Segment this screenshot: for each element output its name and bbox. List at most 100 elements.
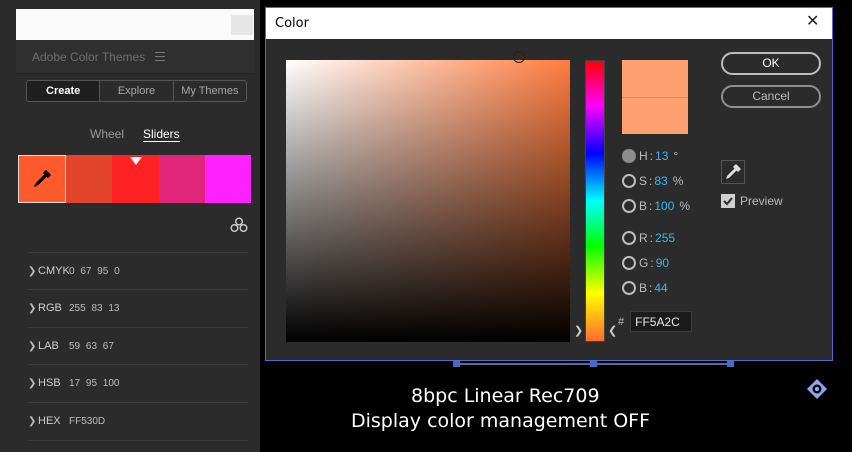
- radio-red[interactable]: [622, 231, 636, 245]
- panel-menu-icon[interactable]: [155, 52, 165, 61]
- channel-colon: :: [649, 174, 653, 188]
- preview-option[interactable]: Preview: [721, 194, 783, 208]
- base-color-marker: [130, 157, 142, 165]
- channel-colon: :: [649, 149, 654, 163]
- channel-row-hue: H: 13 °: [622, 147, 678, 165]
- blue-value[interactable]: 44: [654, 281, 667, 295]
- theme-swatch-1[interactable]: [18, 155, 67, 203]
- dialog-titlebar: Color ✕: [266, 8, 832, 39]
- green-value[interactable]: 90: [656, 256, 669, 270]
- channel-label: R: [639, 231, 648, 245]
- mode-wheel-link[interactable]: Wheel: [90, 127, 124, 141]
- ok-button[interactable]: OK: [721, 52, 821, 75]
- radio-green[interactable]: [622, 256, 636, 270]
- color-mode-row-lab[interactable]: ❯ LAB 59 63 67: [28, 328, 248, 364]
- color-harmony-icon[interactable]: [230, 217, 248, 235]
- radio-saturation[interactable]: [622, 174, 636, 188]
- slider-arrow-left-icon[interactable]: ❮: [608, 324, 617, 337]
- radio-brightness[interactable]: [622, 199, 636, 213]
- preview-label: Preview: [740, 194, 783, 208]
- chevron-right-icon: ❯: [28, 415, 37, 427]
- mode-switch: Wheel Sliders: [16, 127, 254, 143]
- channel-label: G: [639, 256, 649, 270]
- color-mode-label: CMYK: [38, 265, 70, 277]
- channel-label: H: [639, 149, 648, 163]
- panel-close-button[interactable]: [231, 15, 253, 35]
- mode-sliders-link[interactable]: Sliders: [143, 127, 180, 142]
- radio-hue[interactable]: [622, 149, 636, 163]
- channel-label: B: [639, 281, 648, 295]
- saturation-value[interactable]: 83: [654, 174, 667, 188]
- unit-percent: %: [679, 199, 691, 213]
- channel-row-blue: B: 44: [622, 279, 668, 297]
- color-mode-label: LAB: [38, 340, 59, 352]
- theme-swatch-4[interactable]: [158, 155, 205, 203]
- tab-explore[interactable]: Explore: [100, 81, 174, 101]
- color-mode-label: RGB: [38, 302, 62, 314]
- color-mode-values: FF530D: [69, 415, 106, 427]
- color-mode-row-cmyk[interactable]: ❯ CMYK 0 67 95 0: [28, 253, 248, 289]
- red-value[interactable]: 255: [655, 231, 675, 245]
- preview-checkbox[interactable]: [721, 194, 735, 208]
- radio-blue[interactable]: [622, 281, 636, 295]
- color-picker-dialog: Color ✕ ❯ ❮ OK Cancel H: 13 ° S: 83 % B:…: [265, 7, 833, 361]
- color-mode-values: 255 83 13: [69, 302, 120, 314]
- color-mode-label: HSB: [38, 377, 61, 389]
- channel-row-green: G: 90: [622, 254, 669, 272]
- color-mode-row-hex[interactable]: ❯ HEX FF530D: [28, 403, 248, 439]
- theme-swatch-2[interactable]: [66, 155, 113, 203]
- panel-topbar: [16, 9, 254, 40]
- viewer-overlay-line-2: Display color management OFF: [351, 410, 651, 432]
- panel-title: Adobe Color Themes: [32, 50, 146, 64]
- color-mode-values: 17 95 100: [69, 377, 120, 389]
- color-themes-panel: Adobe Color Themes Create Explore My The…: [0, 0, 260, 452]
- channel-row-brightness: B: 100 %: [622, 197, 690, 215]
- hue-slider[interactable]: [585, 60, 605, 342]
- channel-colon: :: [649, 199, 653, 213]
- new-color-preview: [622, 60, 688, 97]
- brightness-value[interactable]: 100: [654, 199, 674, 213]
- chevron-right-icon: ❯: [28, 340, 37, 352]
- viewer-overlay-line-1: 8bpc Linear Rec709: [411, 385, 600, 407]
- selection-handle[interactable]: [727, 360, 734, 367]
- target-icon[interactable]: [806, 378, 828, 400]
- eyedropper-icon[interactable]: [31, 168, 53, 190]
- eyedropper-icon: [726, 164, 741, 179]
- color-field-cursor[interactable]: [513, 51, 525, 63]
- checkmark-icon: [723, 197, 733, 206]
- tab-my-themes[interactable]: My Themes: [174, 81, 246, 101]
- slider-arrow-right-icon[interactable]: ❯: [574, 324, 583, 337]
- hex-row: #: [618, 311, 693, 332]
- eyedropper-button[interactable]: [721, 160, 745, 184]
- color-mode-row-rgb[interactable]: ❯ RGB 255 83 13: [28, 290, 248, 326]
- channel-label: B: [639, 199, 648, 213]
- selection-handle[interactable]: [590, 360, 597, 367]
- chevron-right-icon: ❯: [28, 302, 37, 314]
- saturation-brightness-field[interactable]: [286, 60, 570, 342]
- selection-handle[interactable]: [453, 360, 460, 367]
- chevron-right-icon: ❯: [28, 265, 37, 277]
- channel-colon: :: [649, 231, 654, 245]
- close-icon[interactable]: ✕: [806, 13, 819, 31]
- theme-swatch-5[interactable]: [204, 155, 252, 203]
- channel-label: S: [639, 174, 648, 188]
- hue-value[interactable]: 13: [655, 149, 668, 163]
- panel-header: Adobe Color Themes: [16, 40, 254, 74]
- channel-colon: :: [650, 256, 654, 270]
- divider: [28, 440, 248, 441]
- tab-create[interactable]: Create: [27, 81, 101, 101]
- unit-percent: %: [672, 174, 684, 188]
- channel-row-saturation: S: 83 %: [622, 172, 683, 190]
- chevron-right-icon: ❯: [28, 377, 37, 389]
- hex-hash-label: #: [618, 315, 625, 328]
- color-mode-values: 59 63 67: [69, 340, 114, 352]
- dialog-title: Color: [275, 16, 309, 31]
- unit-degree: °: [673, 149, 679, 163]
- color-mode-label: HEX: [38, 415, 61, 427]
- original-color-preview[interactable]: [622, 97, 688, 134]
- cancel-button[interactable]: Cancel: [721, 85, 821, 108]
- color-mode-row-hsb[interactable]: ❯ HSB 17 95 100: [28, 365, 248, 401]
- hex-input[interactable]: [630, 311, 693, 332]
- channel-row-red: R: 255: [622, 229, 675, 247]
- panel-tab-bar: Create Explore My Themes: [26, 80, 247, 102]
